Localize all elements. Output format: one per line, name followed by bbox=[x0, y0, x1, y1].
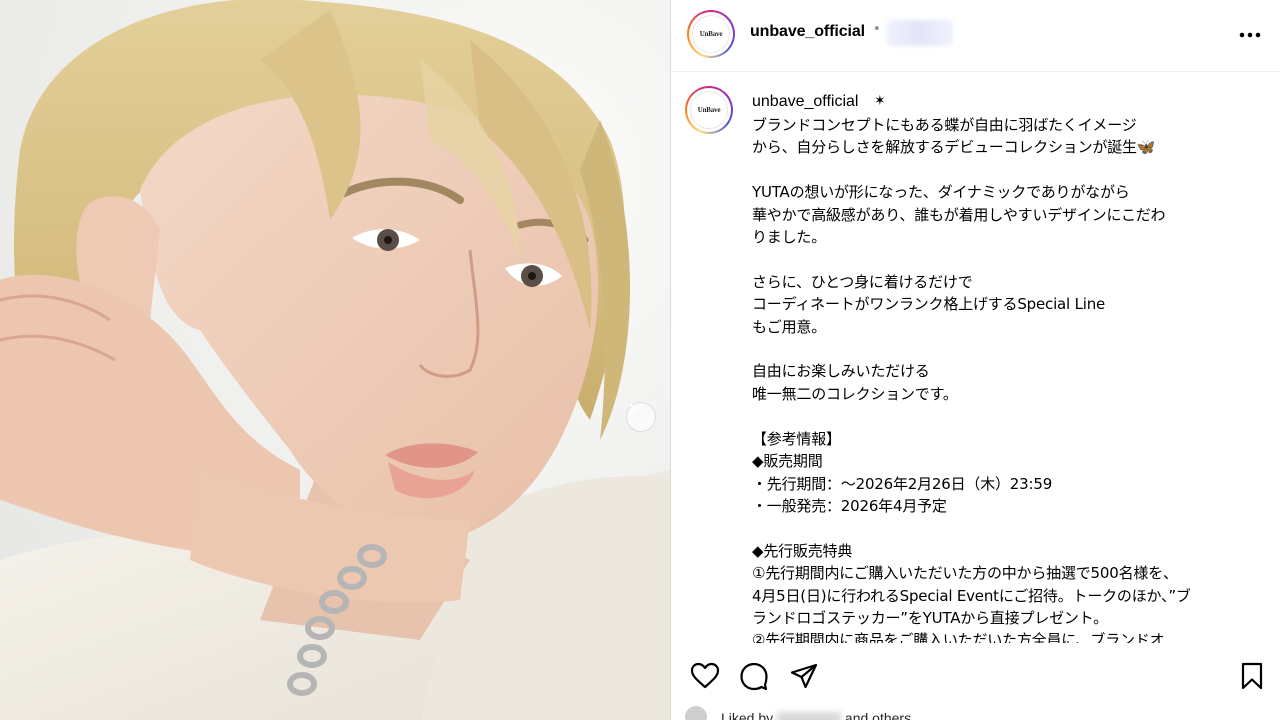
caption-line bbox=[752, 405, 1252, 427]
caption-author-avatar[interactable]: UnBave bbox=[685, 86, 733, 134]
liked-by-row[interactable]: Liked by and others bbox=[685, 702, 1085, 720]
caption-line: ②先行期間内に商品をご購入いただいた方全員に、ブランドオ bbox=[752, 631, 1165, 643]
caption-line: YUTAの想いが形になった、ダイナミックでありがながら bbox=[752, 183, 1130, 202]
next-photo-button[interactable] bbox=[626, 402, 656, 432]
bookmark-icon[interactable] bbox=[1237, 661, 1267, 691]
caption-line: ◆先行販売特典 bbox=[752, 541, 853, 560]
verified-star-icon: ✶ bbox=[874, 93, 886, 109]
caption-line: ・先行期間：～2026年2月26日（木）23:59 bbox=[752, 474, 1053, 493]
post-photo bbox=[0, 0, 670, 720]
caption-line: 自由にお楽しみいただける bbox=[752, 362, 930, 381]
post-header: UnBave unbave_official • bbox=[671, 0, 1280, 72]
more-options-icon[interactable] bbox=[1238, 24, 1262, 46]
caption-line: コーディネートがワンランク格上げするSpecial Line bbox=[752, 295, 1106, 314]
caption-line bbox=[752, 248, 1252, 270]
caption-line: もご用意。 bbox=[752, 317, 827, 336]
caption-line: 【参考情報】 bbox=[752, 429, 841, 448]
liked-by-text: Liked by and others bbox=[721, 710, 911, 720]
caption-text: ブランドコンセプトにもある蝶が自由に羽ばたくイメージから、自分らしさを解放するデ… bbox=[752, 114, 1252, 643]
caption-line: 唯一無二のコレクションです。 bbox=[752, 384, 958, 403]
caption-line: 4月5日(日)に行われるSpecial Eventにご招待。トークのほか、”ブ bbox=[752, 586, 1191, 605]
caption-line: 華やかで高級感があり、誰もが着用しやすいデザインにこだわ bbox=[752, 205, 1166, 224]
caption-line: ①先行期間内にご購入いただいた方の中から抽選で500名様を、 bbox=[752, 564, 1178, 583]
avatar-logo: UnBave bbox=[690, 91, 728, 129]
avatar-logo: UnBave bbox=[692, 15, 730, 53]
chevron-right-icon bbox=[630, 404, 637, 414]
caption-line: ・一般発売：2026年4月予定 bbox=[752, 496, 947, 515]
caption-line: ランドロゴステッカー”をYUTAから直接プレゼント。 bbox=[752, 608, 1108, 627]
caption-line: ブランドコンセプトにもある蝶が自由に羽ばたくイメージ bbox=[752, 116, 1137, 134]
caption-line bbox=[752, 338, 1252, 360]
caption-line: ◆販売期間 bbox=[752, 452, 823, 471]
model-portrait-illustration bbox=[0, 0, 670, 720]
caption-author-username[interactable]: unbave_official bbox=[752, 93, 858, 111]
caption-area[interactable]: UnBave unbave_official ✶ ブランドコンセプトにもある蝶が… bbox=[671, 73, 1280, 643]
heart-icon[interactable] bbox=[690, 661, 720, 691]
liker-avatar bbox=[685, 706, 707, 720]
liker-name-blurred bbox=[777, 712, 842, 720]
author-avatar[interactable]: UnBave bbox=[687, 10, 735, 58]
author-username[interactable]: unbave_official bbox=[750, 23, 865, 41]
caption-line bbox=[752, 517, 1252, 539]
follow-button-blurred[interactable] bbox=[887, 20, 953, 46]
caption-line: さらに、ひとつ身に着けるだけで bbox=[752, 272, 973, 291]
post-side-panel: UnBave unbave_official • UnBave unbave_o… bbox=[671, 0, 1280, 720]
caption-line: りました。 bbox=[752, 228, 827, 247]
separator-dot: • bbox=[873, 22, 881, 37]
comment-icon[interactable] bbox=[739, 661, 769, 691]
caption-line: から、自分らしさを解放するデビューコレクションが誕生🦋 bbox=[752, 138, 1156, 157]
share-icon[interactable] bbox=[789, 661, 819, 691]
caption-line bbox=[752, 159, 1252, 181]
